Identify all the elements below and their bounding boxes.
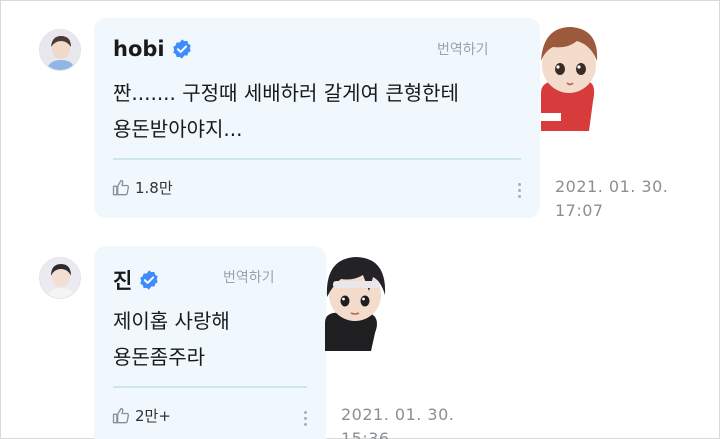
verified-badge-icon	[140, 270, 159, 290]
timestamp-date: 2021. 01. 30.	[555, 177, 669, 196]
comment-line: 제이홉 사랑해	[113, 309, 230, 333]
author-row: hobi	[113, 37, 193, 61]
timestamp: 2021. 01. 30. 17:07	[555, 175, 668, 223]
like-count: 2만+	[135, 407, 171, 425]
author-name[interactable]: hobi	[113, 37, 165, 61]
comment-line: 짠....... 구정때 세배하러 갈게여 큰형한테	[113, 81, 459, 105]
divider	[113, 158, 521, 160]
avatar-jin-icon	[40, 258, 80, 298]
avatar-hobi-icon	[40, 30, 80, 70]
more-options-icon[interactable]	[518, 183, 522, 201]
timestamp: 2021. 01. 30. 15:36	[341, 403, 454, 439]
more-options-icon[interactable]	[304, 411, 308, 429]
like-button[interactable]: 2만+	[111, 405, 171, 426]
translate-link[interactable]: 번역하기	[437, 39, 489, 59]
thumbs-up-icon	[112, 407, 130, 423]
timestamp-time: 15:36	[341, 429, 390, 439]
translate-link[interactable]: 번역하기	[223, 267, 275, 287]
like-count: 1.8만	[135, 179, 173, 197]
divider	[113, 386, 307, 388]
author-row: 진	[113, 265, 160, 295]
avatar[interactable]	[39, 257, 81, 299]
comment-item: hobi 번역하기 짠....... 구정때 세배하러 갈게여 큰형한테 용돈받…	[1, 1, 720, 231]
avatar[interactable]	[39, 29, 81, 71]
comment-item: 진 번역하기 제이홉 사랑해 용돈좀주라 2만+ 2021. 01. 30. 1…	[1, 231, 720, 439]
timestamp-date: 2021. 01. 30.	[341, 405, 455, 424]
comment-text: 제이홉 사랑해 용돈좀주라	[113, 303, 230, 375]
like-button[interactable]: 1.8만	[111, 177, 173, 198]
comment-text: 짠....... 구정때 세배하러 갈게여 큰형한테 용돈받아야지...	[113, 75, 459, 147]
author-name[interactable]: 진	[113, 265, 132, 295]
character-sticker-icon	[541, 27, 598, 131]
verified-badge-icon	[172, 39, 191, 59]
comment-line: 용돈좀주라	[113, 345, 205, 369]
thumbs-up-icon	[112, 179, 130, 195]
comment-line: 용돈받아야지...	[113, 117, 243, 141]
character-sticker-icon	[325, 257, 386, 351]
timestamp-time: 17:07	[555, 201, 604, 220]
